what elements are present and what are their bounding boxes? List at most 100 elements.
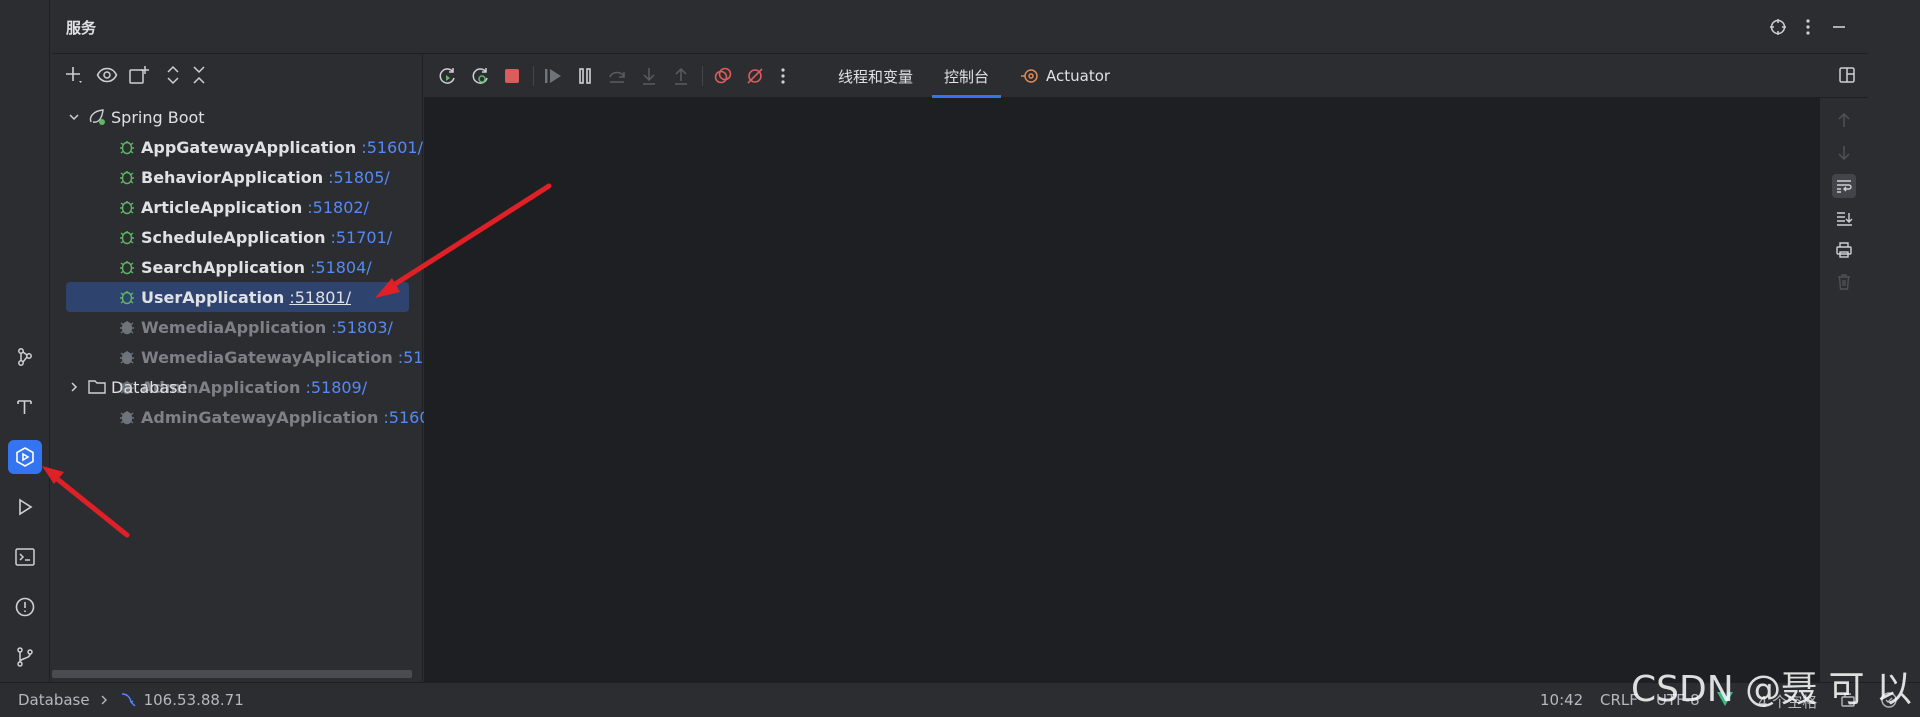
layout-icon — [1839, 67, 1855, 83]
breadcrumb-root[interactable]: Database — [18, 691, 90, 709]
view-options-button[interactable] — [96, 64, 118, 86]
app-port-link[interactable]: :51803/ — [331, 318, 393, 337]
add-service-button[interactable] — [63, 64, 85, 86]
tree-node-app[interactable]: BehaviorApplication:51805/ — [66, 162, 390, 192]
structure-tool-button[interactable] — [8, 340, 42, 374]
app-port-link[interactable]: :51802/ — [307, 198, 369, 217]
tree-toolbar — [52, 54, 423, 96]
tree-node-app[interactable]: AdminGatewayApplication:51603/ — [66, 402, 445, 432]
scroll-down-button[interactable] — [1832, 141, 1856, 165]
tree-node-app[interactable]: WemediaGatewayAplication:51602/ — [66, 342, 459, 372]
expand-all-button[interactable] — [162, 64, 184, 86]
pause-icon — [579, 68, 591, 84]
tree-node-app[interactable]: SearchApplication :51804/ — [66, 252, 372, 282]
tree-node-app[interactable]: UserApplication:51801/ — [66, 282, 409, 312]
actuator-icon — [1021, 69, 1038, 83]
kebab-icon — [1806, 19, 1810, 35]
app-port-link[interactable]: :51601/ — [361, 138, 423, 157]
services-icon — [16, 447, 34, 467]
minimize-button[interactable] — [1828, 16, 1850, 38]
services-panel-header: 服务 — [52, 0, 1868, 54]
print-icon — [1836, 242, 1852, 258]
new-group-button[interactable] — [128, 64, 150, 86]
problems-icon — [15, 597, 35, 617]
tool-window-strip — [0, 0, 50, 682]
stop-button[interactable] — [501, 65, 523, 87]
arrow-up-icon — [1838, 112, 1850, 127]
terminal-icon — [15, 548, 35, 566]
tree-node-label: Database — [111, 377, 188, 397]
minimize-icon — [1833, 26, 1845, 28]
tree-node-database[interactable]: Database — [66, 372, 187, 402]
rerun-debug-icon — [472, 68, 488, 84]
tab-threads-variables[interactable]: 线程和变量 — [838, 54, 913, 98]
chevron-right-icon[interactable] — [66, 379, 82, 395]
more-actions-button[interactable] — [772, 65, 794, 87]
more-options-button[interactable] — [1797, 16, 1819, 38]
clear-all-button[interactable] — [1832, 270, 1856, 294]
stop-icon — [505, 69, 519, 83]
scroll-up-button[interactable] — [1832, 108, 1856, 132]
mysql-dolphin-icon — [121, 693, 136, 707]
run-icon — [19, 498, 33, 516]
trash-icon — [1838, 274, 1850, 290]
watermark: CSDN @聂 可 以 — [1631, 669, 1912, 710]
run-tool-button[interactable] — [8, 490, 42, 524]
tab-actuator[interactable]: Actuator — [1020, 54, 1110, 98]
locate-button[interactable] — [1767, 16, 1789, 38]
build-tool-button[interactable] — [8, 390, 42, 424]
app-name: WemediaGatewayAplication — [141, 347, 393, 367]
view-breakpoints-button[interactable] — [712, 65, 734, 87]
services-tool-button[interactable] — [8, 440, 42, 474]
kebab-icon — [781, 68, 785, 84]
app-port-link[interactable]: :51701/ — [330, 228, 392, 247]
scroll-to-end-button[interactable] — [1832, 206, 1856, 230]
terminal-tool-button[interactable] — [8, 540, 42, 574]
app-name: WemediaApplication — [141, 317, 327, 337]
collapse-all-icon — [193, 66, 205, 84]
tree-node-label: Spring Boot — [111, 107, 205, 127]
step-into-icon — [643, 68, 655, 85]
breadcrumb-leaf[interactable]: 106.53.88.71 — [144, 691, 244, 709]
resume-icon — [545, 69, 561, 83]
app-port-link[interactable]: :51801/ — [289, 288, 351, 307]
soft-wrap-icon — [1837, 180, 1852, 193]
tree-node-app[interactable]: WemediaApplication:51803/ — [66, 312, 393, 342]
rerun-button[interactable] — [436, 65, 458, 87]
new-group-icon — [129, 66, 149, 84]
step-out-button[interactable] — [670, 65, 692, 87]
step-over-button[interactable] — [606, 65, 628, 87]
horizontal-scrollbar[interactable] — [52, 670, 412, 678]
panel-title: 服务 — [66, 19, 97, 37]
rerun-debug-button[interactable] — [469, 65, 491, 87]
tab-console[interactable]: 控制台 — [931, 54, 1002, 98]
tree-node-app[interactable]: AppGatewayApplication:51601/ — [66, 132, 423, 162]
services-tree-panel: Spring Boot AppGatewayApplication:51601/… — [52, 54, 459, 682]
problems-tool-button[interactable] — [8, 590, 42, 624]
tree-node-spring-boot[interactable]: Spring Boot — [66, 102, 205, 132]
soft-wrap-button[interactable] — [1832, 174, 1856, 198]
app-port-link[interactable]: :51805/ — [328, 168, 390, 187]
toolbar-separator — [702, 66, 703, 86]
app-name: BehaviorApplication — [141, 167, 324, 187]
arrow-down-icon — [1838, 146, 1850, 161]
chevron-down-icon[interactable] — [66, 109, 82, 125]
step-into-button[interactable] — [638, 65, 660, 87]
caret-position[interactable]: 10:42 — [1540, 691, 1583, 709]
mute-breakpoints-button[interactable] — [744, 65, 766, 87]
git-tool-button[interactable] — [8, 640, 42, 674]
collapse-all-button[interactable] — [188, 64, 210, 86]
resume-button[interactable] — [542, 65, 564, 87]
eye-icon — [96, 67, 118, 83]
app-port-link[interactable]: :51804/ — [310, 258, 372, 277]
tree-node-app[interactable]: ArticleApplication:51802/ — [66, 192, 369, 222]
bug-icon — [116, 226, 138, 248]
app-name: SearchApplication — [141, 257, 305, 277]
tree-node-app[interactable]: ScheduleApplication:51701/ — [66, 222, 392, 252]
print-button[interactable] — [1832, 238, 1856, 262]
app-port-link[interactable]: :51809/ — [305, 378, 367, 397]
layout-settings-button[interactable] — [1838, 66, 1858, 86]
bug-icon — [116, 286, 138, 308]
pause-button[interactable] — [574, 65, 596, 87]
folder-icon — [86, 376, 108, 398]
